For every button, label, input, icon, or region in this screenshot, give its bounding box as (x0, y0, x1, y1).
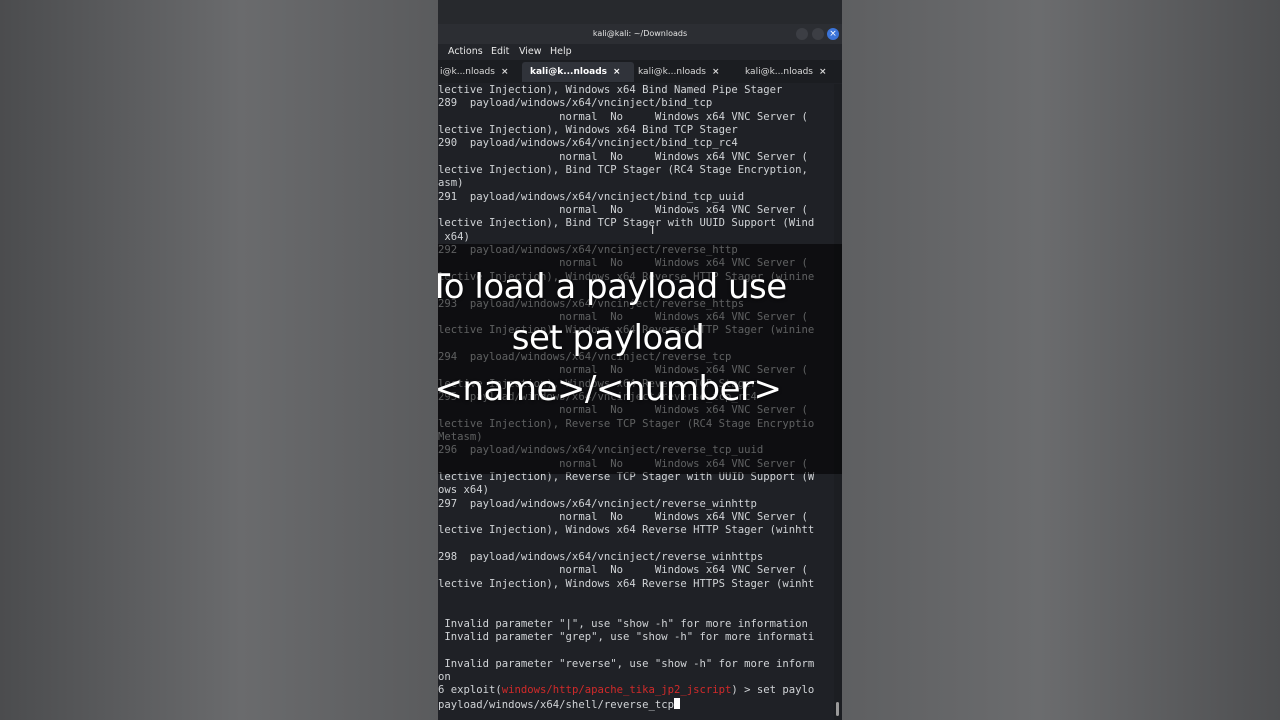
tab-close-icon[interactable]: × (613, 67, 621, 77)
terminal-line: normal No Windows x64 VNC Server ( (438, 511, 808, 523)
exploit-module-name: windows/http/apache_tika_jp2_jscript (501, 684, 732, 697)
caption-line-3: <name>/<number> (438, 369, 782, 409)
menu-view[interactable]: View (519, 44, 542, 60)
terminal-line: 298 payload/windows/x64/vncinject/revers… (438, 551, 764, 564)
close-icon[interactable]: × (827, 28, 839, 40)
terminal-line: lective Injection), Windows x64 Bind Nam… (438, 84, 783, 96)
window-title: kali@kali: ~/Downloads (592, 29, 688, 38)
terminal-line: 289 payload/windows/x64/vncinject/bind_t… (438, 97, 713, 110)
maximize-button[interactable] (812, 28, 824, 40)
terminal-line: lective Injection), Bind TCP Stager with… (438, 217, 815, 230)
terminal-window: kali@kali: ~/Downloads × Actions Edit Vi… (438, 0, 842, 720)
tab-4[interactable]: kali@k...nloads × (745, 62, 842, 82)
tab-close-icon[interactable]: × (819, 67, 827, 77)
title-bar: kali@kali: ~/Downloads × (438, 24, 842, 44)
terminal-line: lective Injection), Windows x64 Reverse … (438, 524, 815, 537)
terminal-line: asm) (438, 177, 464, 190)
tab-close-icon[interactable]: × (501, 67, 509, 77)
menu-help[interactable]: Help (550, 44, 572, 60)
menu-bar: Actions Edit View Help (438, 44, 842, 60)
terminal-line: 291 payload/windows/x64/vncinject/bind_t… (438, 190, 745, 203)
menu-edit[interactable]: Edit (491, 44, 509, 60)
blurred-background-left (0, 0, 438, 720)
top-strip (438, 0, 842, 24)
terminal-line: Invalid parameter "|", use "show -h" for… (438, 617, 808, 630)
tab-label: kali@k...nloads (530, 67, 608, 77)
terminal-line: normal No Windows x64 VNC Server ( (438, 110, 808, 123)
terminal-line: ows x64) (438, 484, 490, 497)
caption-line-1: To load a payload use (438, 267, 787, 307)
prompt-line: 6 exploit(windows/http/apache_tika_jp2_j… (438, 684, 834, 697)
blurred-background-right (842, 0, 1280, 720)
terminal-line: normal No Windows x64 VNC Server ( (438, 564, 808, 577)
terminal-line: 297 payload/windows/x64/vncinject/revers… (438, 497, 757, 510)
terminal-line: lective Injection), Windows x64 Reverse … (438, 577, 815, 590)
prompt-prefix: 6 exploit( (438, 684, 502, 697)
minimize-button[interactable] (796, 28, 808, 40)
tab-1[interactable]: i@k...nloads × (438, 62, 520, 82)
prompt-command: ) > set paylo (731, 684, 815, 697)
terminal-line: on (438, 671, 451, 684)
tab-close-icon[interactable]: × (712, 67, 720, 77)
tab-bar: i@k...nloads × kali@k...nloads × kali@k...… (438, 60, 842, 83)
tab-3[interactable]: kali@k...nloads × (638, 62, 738, 82)
mouse-pointer-icon: I (651, 224, 655, 237)
terminal-line: lective Injection), Windows x64 Bind TCP… (438, 124, 738, 137)
terminal-line: normal No Windows x64 VNC Server ( (438, 150, 808, 163)
caption-line-2: set payload (511, 318, 705, 358)
command-text: payload/windows/x64/shell/reverse_tcp (438, 698, 674, 711)
terminal-line: normal No Windows x64 VNC Server ( (438, 204, 808, 217)
terminal-line: x64) (438, 230, 470, 243)
text-cursor (674, 697, 680, 709)
terminal-line: Invalid parameter "grep", use "show -h" … (438, 631, 815, 644)
terminal-line: 290 payload/windows/x64/vncinject/bind_t… (438, 137, 738, 150)
scrollbar-thumb[interactable] (836, 702, 839, 716)
video-caption: To load a payload use set payload <name>… (438, 262, 818, 415)
menu-actions[interactable]: Actions (448, 44, 483, 60)
terminal-line: Invalid parameter "reverse", use "show -… (438, 657, 815, 670)
tab-label: kali@k...nloads (745, 67, 813, 77)
command-input-line[interactable]: payload/windows/x64/shell/reverse_tcp (438, 697, 834, 711)
tab-label: i@k...nloads (440, 67, 495, 77)
tab-label: kali@k...nloads (638, 67, 706, 77)
tab-2-active[interactable]: kali@k...nloads × (522, 62, 634, 82)
terminal-line: lective Injection), Bind TCP Stager (RC4… (438, 164, 808, 177)
